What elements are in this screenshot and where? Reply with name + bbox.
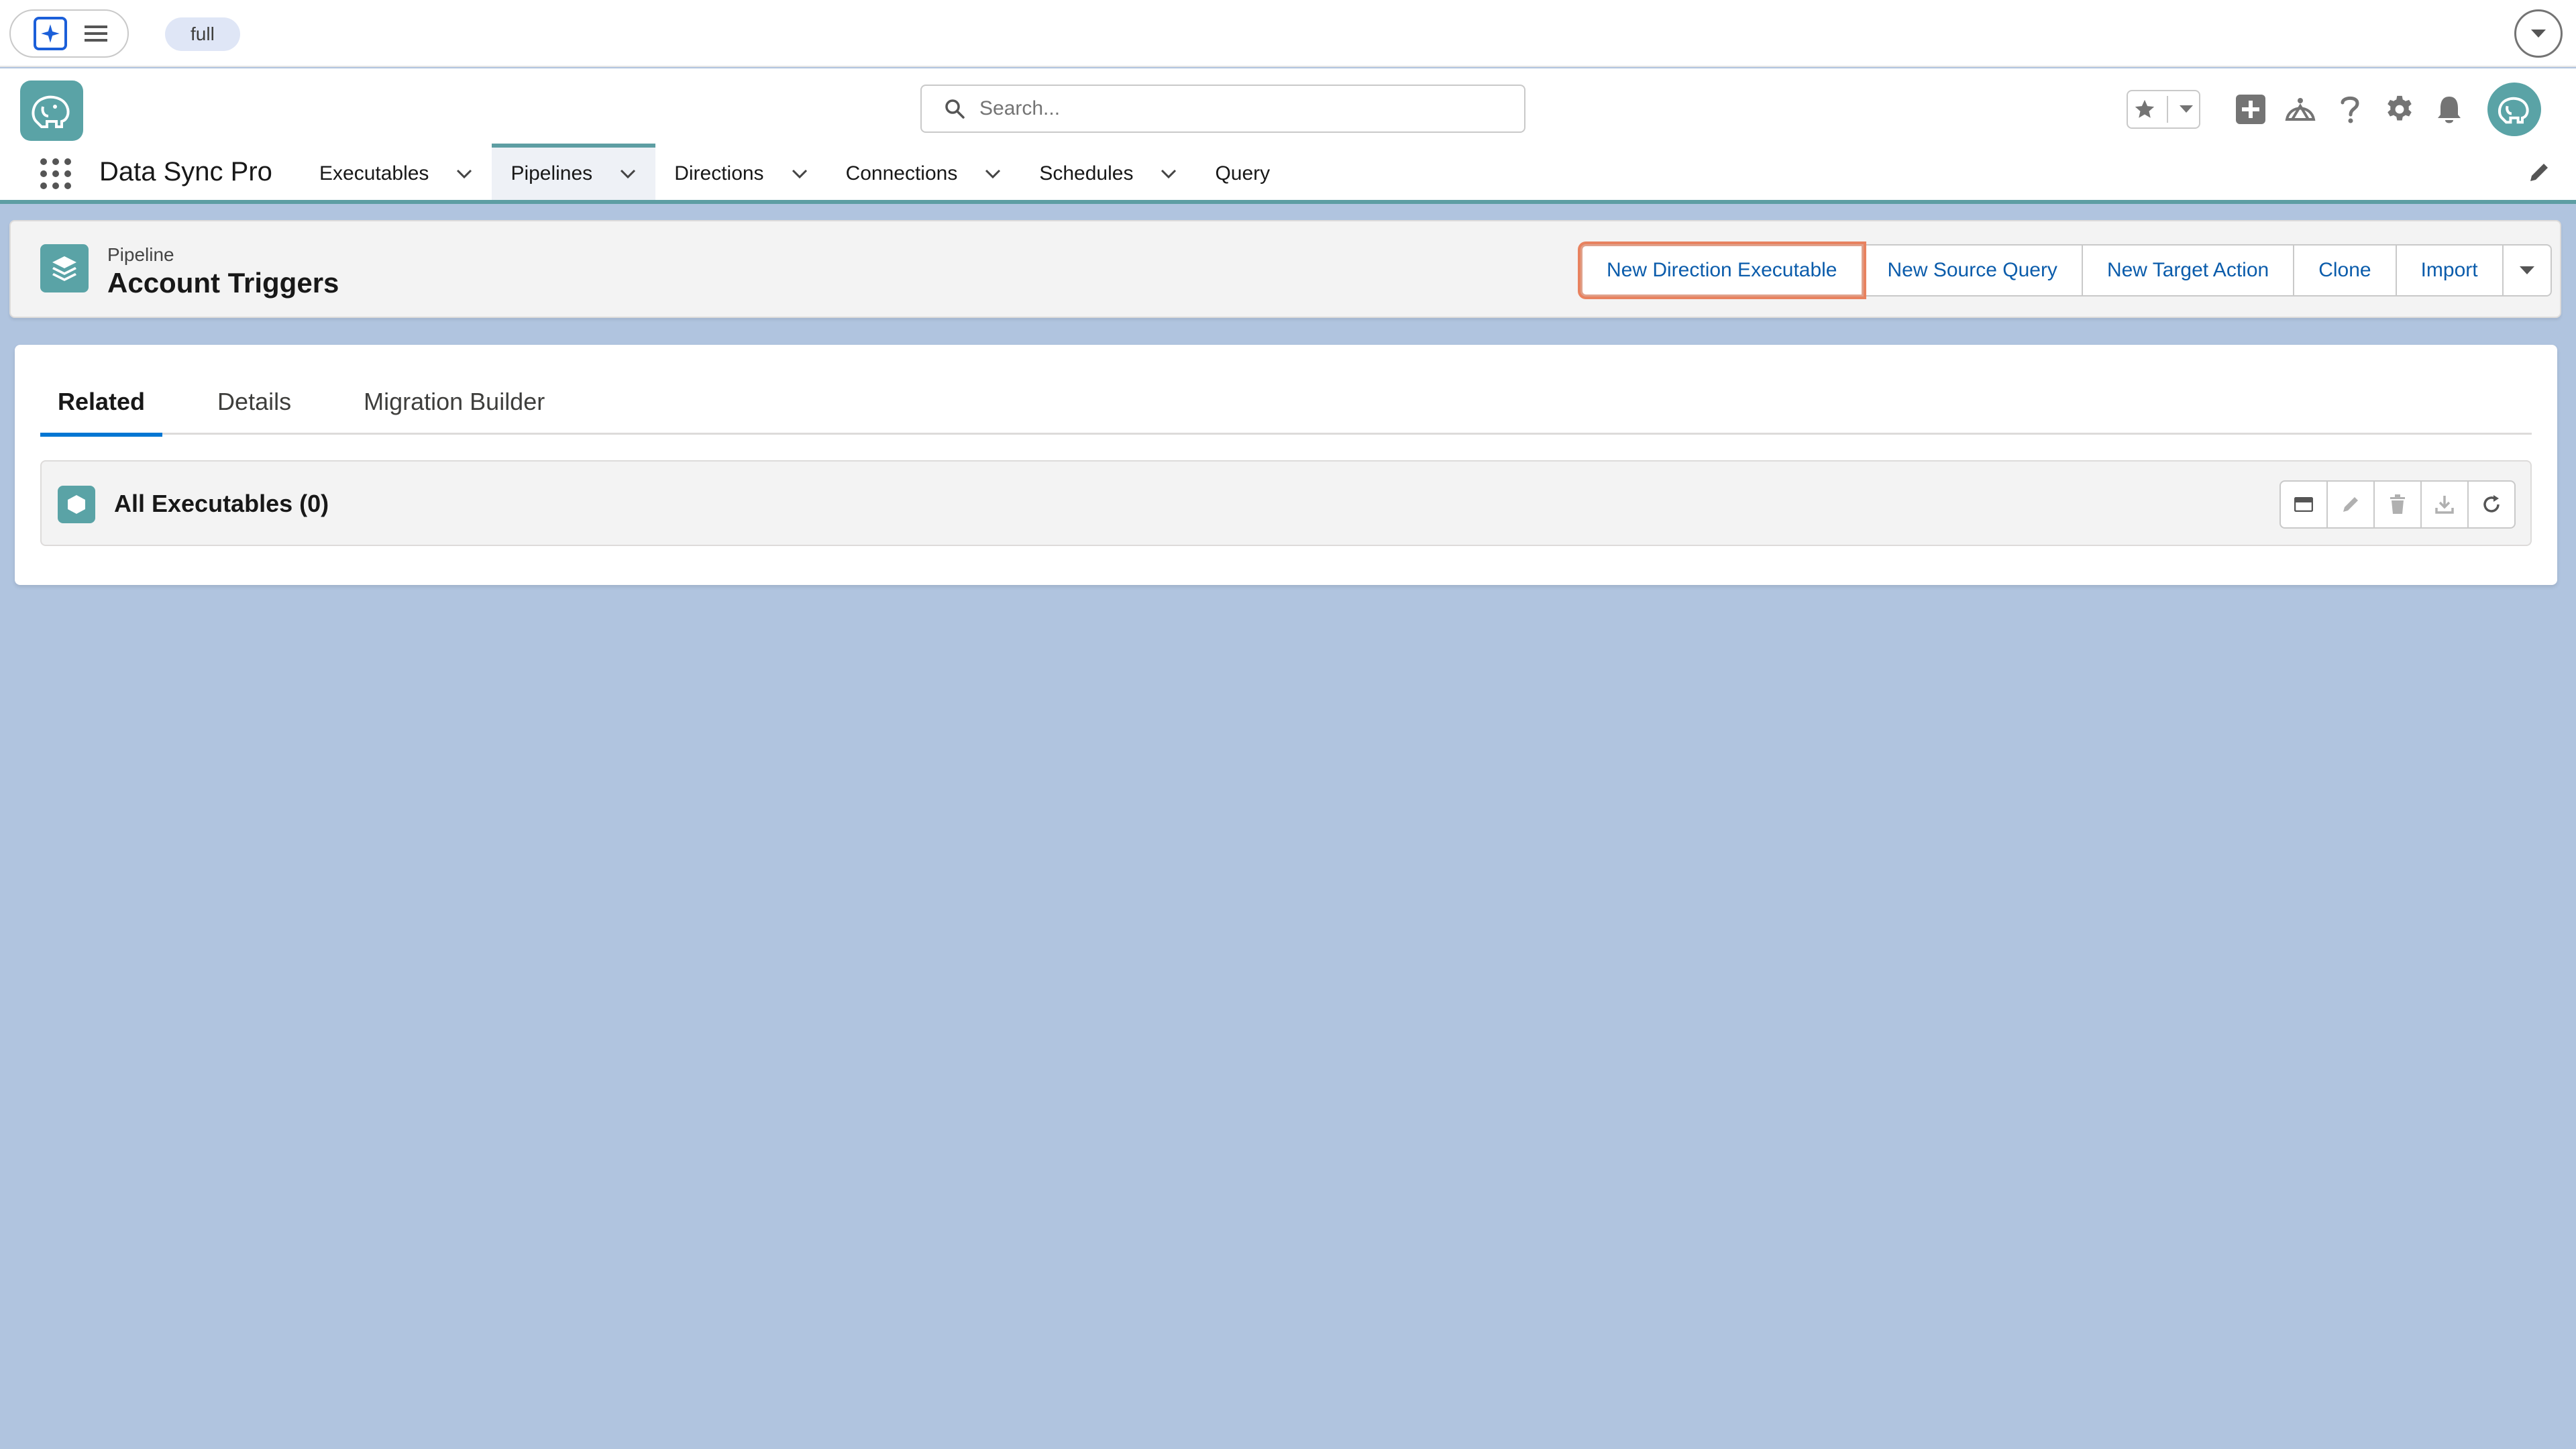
clone-button[interactable]: Clone — [2293, 244, 2397, 297]
menu-icon — [85, 24, 107, 43]
chevron-down-icon[interactable] — [791, 165, 808, 182]
global-actions-button[interactable] — [2226, 86, 2275, 133]
setup-button[interactable] — [2375, 86, 2424, 133]
record-body-card: Related Details Migration Builder All Ex… — [15, 345, 2557, 585]
chevron-down-icon[interactable] — [619, 165, 637, 182]
divider — [2167, 96, 2168, 123]
nav-item-schedules[interactable]: Schedules — [1020, 144, 1196, 200]
nav-item-executables[interactable]: Executables — [301, 144, 492, 200]
edit-nav-pencil-icon[interactable] — [2528, 161, 2551, 184]
nav-item-label: Schedules — [1039, 162, 1134, 184]
refresh-icon — [2483, 495, 2500, 513]
nav-items: Executables Pipelines Directions Connection… — [301, 144, 1289, 200]
record-actions: New Direction Executable New Source Quer… — [1580, 244, 2552, 297]
bell-icon — [2438, 97, 2461, 123]
record-header: Pipeline Account Triggers New Direction … — [9, 220, 2561, 318]
chevron-down-icon[interactable] — [984, 165, 1002, 182]
related-list-all-executables: All Executables (0) — [40, 460, 2532, 546]
nav-item-label: Directions — [674, 162, 764, 184]
nav-item-label: Executables — [319, 162, 429, 184]
app-name: Data Sync Pro — [99, 157, 272, 186]
environment-badge: full — [165, 17, 240, 51]
pencil-icon — [2343, 497, 2358, 512]
nav-item-label: Connections — [845, 162, 958, 184]
elephant-logo[interactable] — [20, 80, 83, 141]
nav-item-label: Pipelines — [511, 162, 593, 184]
tab-migration-builder[interactable]: Migration Builder — [346, 369, 562, 435]
cube-icon — [58, 486, 95, 523]
global-header: Data Sync Pro Executables Pipelines Direct… — [0, 68, 2576, 204]
new-source-query-button[interactable]: New Source Query — [1862, 244, 2083, 297]
trash-icon — [2390, 494, 2405, 514]
favorites-button-group[interactable] — [2127, 90, 2200, 129]
record-tabs: Related Details Migration Builder — [40, 369, 2532, 437]
nav-item-directions[interactable]: Directions — [655, 144, 826, 200]
header-icon-bar — [2127, 83, 2541, 136]
tab-related[interactable]: Related — [40, 369, 163, 437]
elephant-avatar-icon — [2498, 97, 2529, 124]
search-input[interactable] — [979, 97, 1503, 120]
new-target-action-button[interactable]: New Target Action — [2081, 244, 2295, 297]
table-view-icon — [2294, 497, 2313, 512]
nav-item-label: Query — [1215, 162, 1271, 184]
nav-item-connections[interactable]: Connections — [827, 144, 1021, 200]
favorites-dropdown-icon[interactable] — [2179, 105, 2194, 114]
import-button[interactable]: Import — [2395, 244, 2504, 297]
edit-button[interactable] — [2328, 482, 2375, 527]
refresh-button[interactable] — [2469, 482, 2514, 527]
global-search[interactable] — [920, 85, 1525, 133]
waffle-icon[interactable] — [39, 157, 72, 191]
help-icon — [2341, 96, 2359, 123]
gear-icon — [2387, 95, 2412, 121]
utility-dropdown-button[interactable] — [2514, 9, 2563, 58]
app-nav-bar: Data Sync Pro Executables Pipelines Direct… — [0, 144, 2576, 200]
chevron-down-icon — [2519, 266, 2534, 274]
record-type-label: Pipeline — [107, 244, 174, 265]
utility-bar: full — [0, 0, 2576, 67]
layers-icon — [40, 244, 89, 292]
search-icon — [945, 99, 965, 119]
download-icon — [2435, 496, 2454, 514]
chevron-down-icon[interactable] — [455, 165, 473, 182]
app-switcher-button[interactable] — [9, 9, 129, 58]
more-actions-button[interactable] — [2502, 244, 2552, 297]
help-button[interactable] — [2325, 86, 2375, 133]
related-list-title[interactable]: All Executables (0) — [114, 490, 329, 518]
related-list-actions — [2279, 480, 2516, 529]
display-as-table-button[interactable] — [2281, 482, 2328, 527]
user-avatar[interactable] — [2487, 83, 2541, 136]
chevron-down-icon[interactable] — [1160, 165, 1177, 182]
add-icon — [2236, 95, 2265, 124]
sparkle-icon — [34, 17, 67, 50]
trailhead-icon — [2285, 98, 2316, 121]
trailhead-button[interactable] — [2275, 86, 2325, 133]
nav-item-pipelines[interactable]: Pipelines — [492, 144, 656, 200]
tab-details[interactable]: Details — [200, 369, 309, 435]
new-direction-executable-button[interactable]: New Direction Executable — [1580, 244, 1864, 297]
record-title: Account Triggers — [107, 267, 339, 299]
nav-item-query[interactable]: Query — [1196, 144, 1289, 200]
chevron-down-icon — [2531, 30, 2546, 38]
delete-button[interactable] — [2375, 482, 2422, 527]
notifications-button[interactable] — [2424, 86, 2474, 133]
star-icon[interactable] — [2133, 98, 2156, 121]
download-button[interactable] — [2422, 482, 2469, 527]
